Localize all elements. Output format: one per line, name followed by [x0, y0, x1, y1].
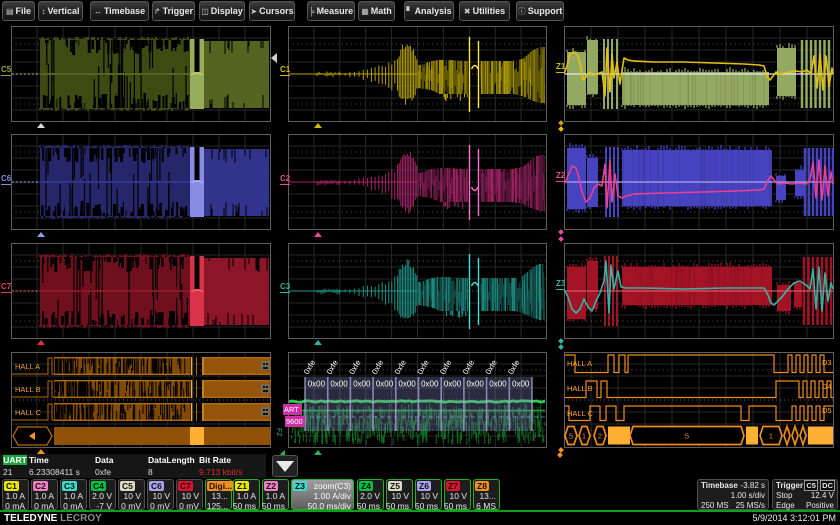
svg-text:0x00: 0x00 [444, 380, 462, 389]
svg-text:D4: D4 [822, 382, 832, 391]
svg-text:0xfe: 0xfe [484, 358, 500, 376]
svg-text:HALL C: HALL C [567, 409, 594, 418]
svg-text:0xfe: 0xfe [393, 358, 409, 376]
svg-text:5: 5 [569, 432, 573, 441]
svg-text:0x00: 0x00 [421, 380, 439, 389]
svg-text:0xfe: 0xfe [370, 358, 386, 376]
svg-text:0x00: 0x00 [398, 380, 416, 389]
svg-text:HALL B: HALL B [567, 384, 593, 393]
svg-text:0x00: 0x00 [489, 380, 507, 389]
svg-text:0x00: 0x00 [376, 380, 394, 389]
svg-text:0x00: 0x00 [353, 380, 371, 389]
svg-text:D3: D3 [822, 358, 832, 367]
svg-text:0xfe: 0xfe [302, 358, 318, 376]
svg-text:HALL B: HALL B [15, 385, 41, 394]
svg-text:5: 5 [685, 432, 689, 441]
svg-text:HALL A: HALL A [15, 362, 40, 371]
svg-text:0xfe: 0xfe [347, 358, 363, 376]
svg-text:0x00: 0x00 [512, 380, 530, 389]
svg-text:0xfe: 0xfe [438, 358, 454, 376]
svg-text:1: 1 [769, 432, 773, 441]
svg-text:0xfe: 0xfe [506, 358, 522, 376]
svg-text:D5: D5 [822, 406, 832, 415]
svg-text:0xfe: 0xfe [325, 358, 341, 376]
svg-text:HALL A: HALL A [567, 359, 592, 368]
svg-text:0x00: 0x00 [467, 380, 485, 389]
svg-text:1: 1 [582, 432, 586, 441]
svg-text:HALL C: HALL C [15, 408, 42, 417]
svg-text:0x00: 0x00 [308, 380, 326, 389]
svg-text:0xfe: 0xfe [461, 358, 477, 376]
svg-text:2: 2 [598, 432, 602, 441]
svg-text:0x00: 0x00 [330, 380, 348, 389]
